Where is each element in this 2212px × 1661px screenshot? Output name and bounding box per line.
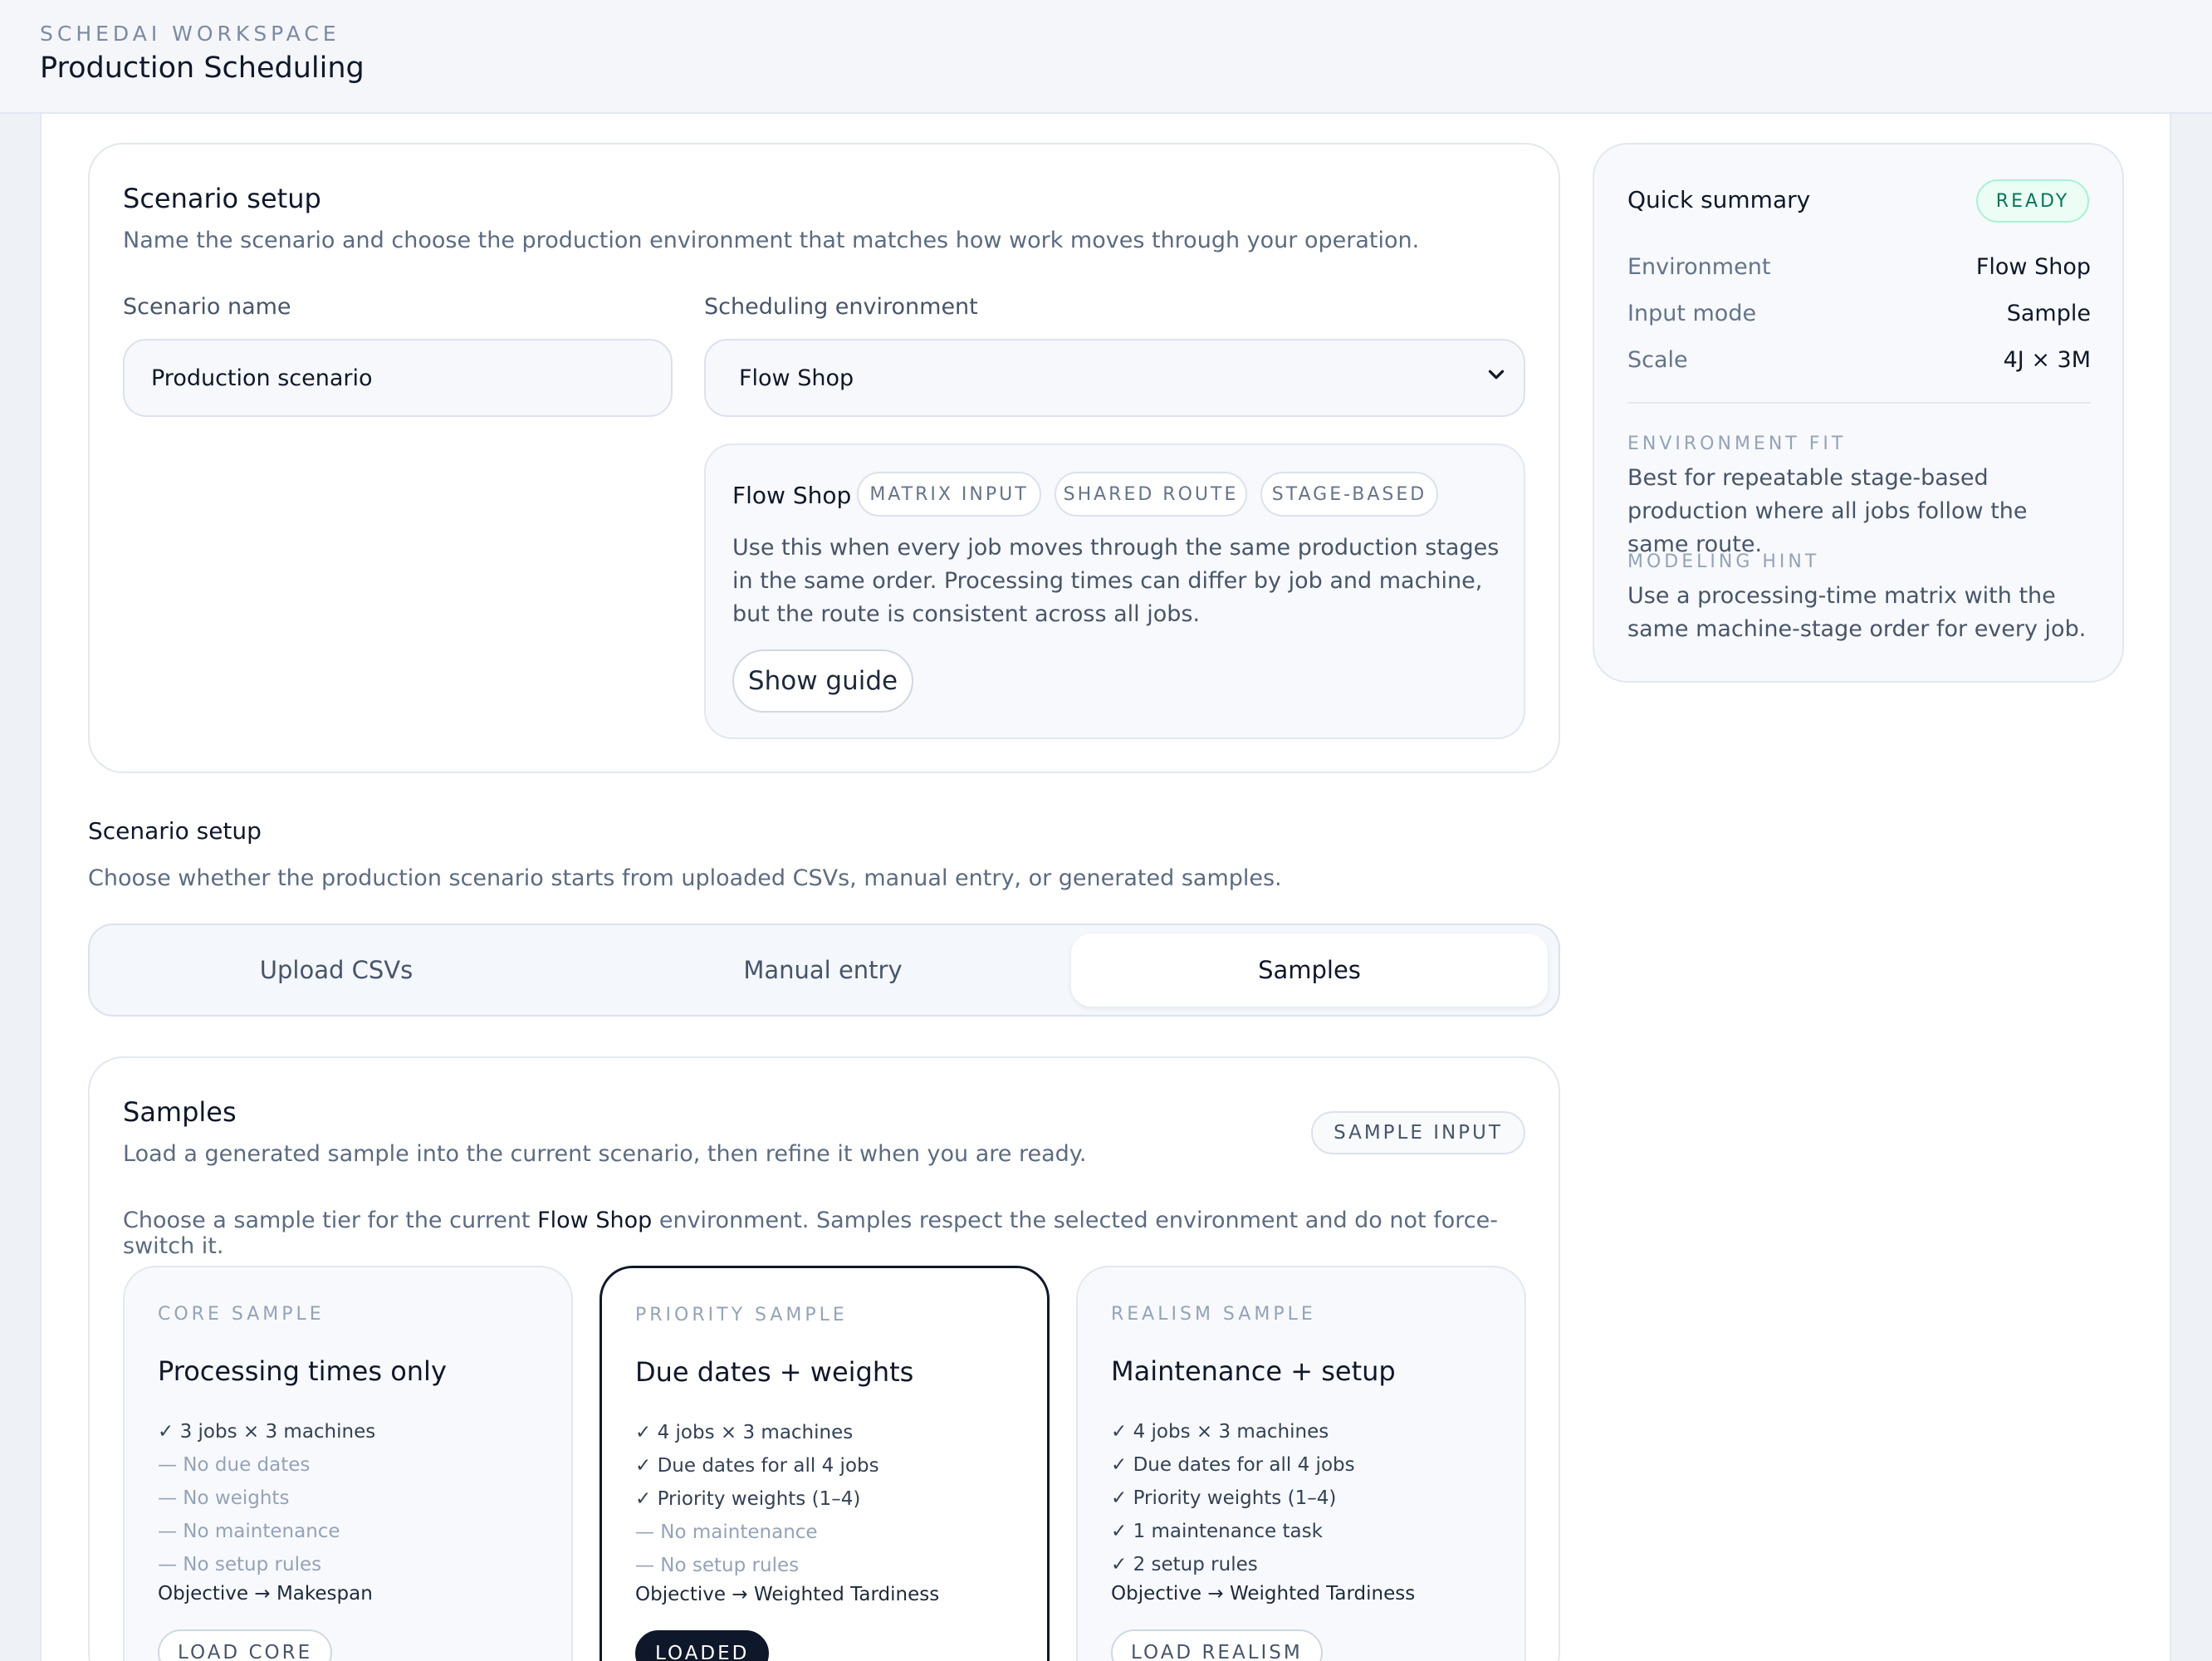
list-item: — No setup rules (635, 1555, 800, 1576)
scenario-setup-title: Scenario setup (123, 183, 321, 214)
environment-description: Use this when every job moves through th… (732, 535, 1500, 627)
tier-feature-list: ✓ 4 jobs × 3 machines ✓ Due dates for al… (635, 1416, 879, 1582)
list-item: ✓ Priority weights (1–4) (1111, 1487, 1337, 1509)
samples-description: Load a generated sample into the current… (123, 1141, 1087, 1167)
list-item: ✓ 3 jobs × 3 machines (158, 1421, 376, 1443)
sample-tier-realism[interactable]: REALISM SAMPLE Maintenance + setup ✓ 4 j… (1076, 1266, 1526, 1661)
list-item: — No maintenance (158, 1521, 340, 1542)
load-realism-button[interactable]: LOAD REALISM (1111, 1629, 1323, 1661)
show-guide-button[interactable]: Show guide (732, 649, 913, 713)
list-item: ✓ Due dates for all 4 jobs (635, 1455, 879, 1477)
list-item: ✓ 4 jobs × 3 machines (635, 1422, 854, 1443)
sample-input-badge: SAMPLE INPUT (1311, 1111, 1525, 1154)
modeling-hint-label: MODELING HINT (1627, 551, 1820, 572)
tag-stage-based: STAGE-BASED (1260, 472, 1438, 517)
tier-eyebrow: PRIORITY SAMPLE (635, 1305, 848, 1325)
list-item: ✓ 1 maintenance task (1111, 1521, 1323, 1542)
tier-title: Maintenance + setup (1111, 1355, 1396, 1387)
chevron-down-icon (1488, 370, 1505, 380)
samples-card: Samples Load a generated sample into the… (88, 1056, 1560, 1661)
summary-key: Environment (1627, 254, 1771, 280)
input-mode-title: Scenario setup (88, 817, 262, 845)
summary-key: Input mode (1627, 301, 1757, 326)
tier-title: Processing times only (158, 1355, 447, 1387)
tier-feature-list: ✓ 3 jobs × 3 machines — No due dates — N… (158, 1415, 375, 1581)
tier-intro-before: Choose a sample tier for the current (123, 1208, 531, 1233)
tier-objective: Objective → Weighted Tardiness (1111, 1583, 1416, 1605)
tag-shared-route: SHARED ROUTE (1055, 472, 1247, 517)
summary-value: Sample (2006, 301, 2091, 326)
summary-value: 4J × 3M (2003, 347, 2091, 373)
environment-fit-text: Best for repeatable stage-based producti… (1627, 465, 2028, 557)
sample-tier-priority[interactable]: PRIORITY SAMPLE Due dates + weights ✓ 4 … (599, 1266, 1050, 1661)
tier-objective: Objective → Weighted Tardiness (635, 1584, 940, 1605)
list-item: — No maintenance (635, 1521, 818, 1543)
workspace-label: SCHEDAI WORKSPACE (40, 22, 340, 46)
scenario-name-input[interactable] (123, 339, 673, 417)
scheduling-environment-select[interactable]: Flow Shop (704, 339, 1525, 417)
summary-value: Flow Shop (1975, 254, 2091, 280)
list-item: — No due dates (158, 1454, 311, 1476)
app-page: SCHEDAI WORKSPACE Production Scheduling … (0, 0, 2212, 1661)
summary-key: Scale (1627, 347, 1688, 373)
input-mode-tabs: Upload CSVs Manual entry Samples (88, 924, 1560, 1017)
environment-name: Flow Shop (732, 482, 852, 509)
environment-fit-label: ENVIRONMENT FIT (1627, 434, 1847, 454)
tier-title: Due dates + weights (635, 1356, 914, 1388)
tab-manual-entry[interactable]: Manual entry (585, 933, 1061, 1007)
scenario-setup-description: Name the scenario and choose the product… (123, 228, 1420, 253)
tier-eyebrow: CORE SAMPLE (158, 1304, 325, 1325)
list-item: ✓ Due dates for all 4 jobs (1111, 1454, 1355, 1476)
tier-eyebrow: REALISM SAMPLE (1111, 1304, 1316, 1325)
tier-feature-list: ✓ 4 jobs × 3 machines ✓ Due dates for al… (1111, 1415, 1355, 1581)
list-item: ✓ 2 setup rules (1111, 1554, 1258, 1575)
loaded-button[interactable]: LOADED (635, 1630, 770, 1661)
tag-matrix-input: MATRIX INPUT (857, 472, 1041, 517)
tier-objective: Objective → Makespan (158, 1583, 373, 1605)
scheduling-environment-label: Scheduling environment (704, 294, 978, 320)
samples-title: Samples (123, 1096, 237, 1128)
list-item: — No setup rules (158, 1554, 322, 1575)
load-core-button[interactable]: LOAD CORE (158, 1629, 333, 1661)
tab-upload-csvs[interactable]: Upload CSVs (98, 933, 575, 1007)
list-item: — No weights (158, 1487, 290, 1509)
modeling-hint-text: Use a processing-time matrix with the sa… (1627, 583, 2087, 642)
page-title: Production Scheduling (40, 51, 365, 85)
scenario-setup-card: Scenario setup Name the scenario and cho… (88, 143, 1560, 773)
summary-divider (1627, 402, 2091, 404)
tier-intro-environment: Flow Shop (537, 1208, 653, 1233)
scenario-name-label: Scenario name (123, 294, 291, 320)
list-item: ✓ Priority weights (1–4) (635, 1488, 861, 1510)
status-badge: READY (1976, 179, 2089, 223)
environment-info-card: Flow Shop MATRIX INPUT SHARED ROUTE STAG… (704, 443, 1525, 739)
top-bar: SCHEDAI WORKSPACE Production Scheduling (0, 0, 2212, 114)
sample-tier-core[interactable]: CORE SAMPLE Processing times only ✓ 3 jo… (123, 1266, 573, 1661)
list-item: ✓ 4 jobs × 3 machines (1111, 1421, 1329, 1443)
sample-tier-intro: Choose a sample tier for the current Flo… (123, 1208, 1559, 1259)
tab-samples[interactable]: Samples (1071, 933, 1548, 1007)
quick-summary-title: Quick summary (1627, 186, 1811, 213)
input-mode-description: Choose whether the production scenario s… (88, 865, 1282, 891)
quick-summary-card: Quick summary READY Environment Flow Sho… (1593, 143, 2124, 683)
scheduling-environment-value: Flow Shop (739, 365, 854, 391)
